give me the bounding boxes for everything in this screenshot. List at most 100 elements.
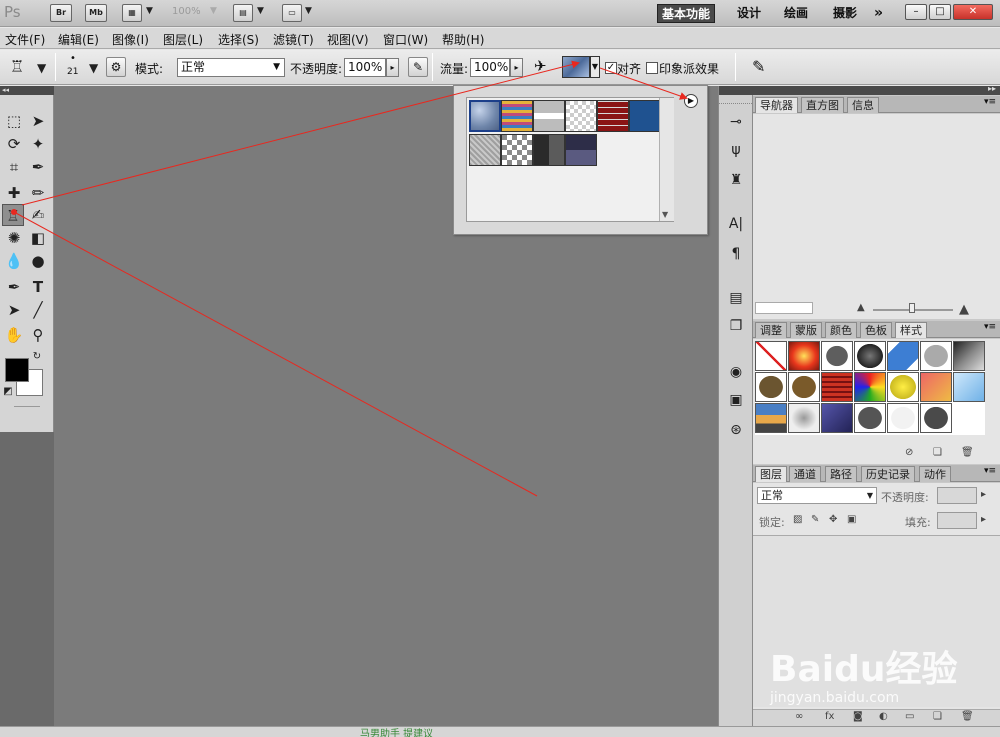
pattern-picker-arrow[interactable]: ▼ bbox=[590, 56, 600, 78]
move-tool-icon[interactable]: ➤ bbox=[27, 110, 49, 132]
tab-color[interactable]: 颜色 bbox=[825, 322, 857, 338]
blend-mode-select[interactable]: 正常 ▼ bbox=[757, 487, 877, 504]
workspace-painting[interactable]: 绘画 bbox=[780, 4, 812, 23]
line-tool-icon[interactable]: ╱ bbox=[27, 299, 49, 321]
chevron-down-icon[interactable]: ▼ bbox=[257, 6, 264, 24]
bridge-button[interactable]: Br bbox=[50, 4, 72, 22]
lock-transparent-icon[interactable]: ▨ bbox=[793, 514, 802, 525]
chevron-down-icon[interactable]: ▼ bbox=[146, 6, 153, 24]
brush-panel-toggle[interactable]: ⚙ bbox=[106, 57, 126, 77]
pattern-blue-solid[interactable] bbox=[629, 100, 661, 132]
opacity-slider-button[interactable]: ▸ bbox=[386, 58, 399, 77]
pen-tool-icon[interactable]: ✒ bbox=[3, 276, 25, 298]
tab-styles[interactable]: 样式 bbox=[895, 322, 927, 338]
chevron-down-icon[interactable]: ▼ bbox=[662, 210, 668, 219]
opacity-field[interactable]: 100% bbox=[344, 58, 386, 77]
delete-layer-icon[interactable]: 🗑 bbox=[961, 711, 974, 722]
menu-view[interactable]: 视图(V) bbox=[327, 31, 369, 48]
menu-filter[interactable]: 滤镜(T) bbox=[273, 31, 314, 48]
brush-tool-icon[interactable]: ✏ bbox=[27, 182, 49, 204]
zoom-tool-icon[interactable]: ⚲ bbox=[27, 324, 49, 346]
chevron-down-icon[interactable]: ▼ bbox=[305, 6, 312, 24]
zoom-out-icon[interactable]: ▲ bbox=[857, 302, 865, 313]
flow-slider-button[interactable]: ▸ bbox=[510, 58, 523, 77]
toolbox-header[interactable]: ◂◂ bbox=[0, 86, 54, 95]
lock-all-icon[interactable]: ▣ bbox=[847, 514, 856, 525]
eyedropper-tool-icon[interactable]: ✒ bbox=[27, 156, 49, 178]
mini-bridge-button[interactable]: Mb bbox=[85, 4, 107, 22]
style-gray-flat[interactable] bbox=[920, 341, 952, 371]
tab-swatches[interactable]: 色板 bbox=[860, 322, 892, 338]
workspace-design[interactable]: 设计 bbox=[733, 4, 765, 23]
fill-arrow-icon[interactable]: ▸ bbox=[981, 514, 986, 525]
align-checkbox[interactable]: ✓ bbox=[605, 62, 617, 74]
style-sunset[interactable] bbox=[920, 372, 952, 402]
new-group-icon[interactable]: ▭ bbox=[905, 711, 914, 722]
brush-picker-button[interactable]: ▼ bbox=[89, 61, 98, 75]
style-silver[interactable] bbox=[788, 403, 820, 433]
hand-tool-icon[interactable]: ✋ bbox=[3, 324, 25, 346]
menu-select[interactable]: 选择(S) bbox=[218, 31, 259, 48]
tab-histogram[interactable]: 直方图 bbox=[801, 97, 844, 113]
tab-channels[interactable]: 通道 bbox=[789, 466, 821, 482]
layer-comps-icon[interactable]: ❐ bbox=[726, 316, 746, 336]
menu-help[interactable]: 帮助(H) bbox=[442, 31, 484, 48]
tab-masks[interactable]: 蒙版 bbox=[790, 322, 822, 338]
opacity-arrow-icon[interactable]: ▸ bbox=[981, 489, 986, 500]
style-red-stripes[interactable] bbox=[821, 372, 853, 402]
fill-field[interactable] bbox=[937, 512, 977, 529]
eraser-tool-icon[interactable]: ✺ bbox=[3, 227, 25, 249]
layer-opacity-field[interactable] bbox=[937, 487, 977, 504]
healing-brush-tool-icon[interactable]: ✚ bbox=[3, 182, 25, 204]
add-mask-icon[interactable]: ◙ bbox=[853, 711, 863, 722]
pattern-bubbles[interactable] bbox=[469, 100, 501, 132]
type-tool-icon[interactable]: T bbox=[27, 276, 49, 298]
tablet-pressure-icon[interactable]: ✎ bbox=[752, 57, 765, 76]
pattern-scrollbar[interactable]: ▼ bbox=[659, 98, 674, 221]
new-layer-icon[interactable]: ❏ bbox=[933, 711, 942, 722]
pattern-stamp-tool-icon[interactable]: ♖ bbox=[10, 57, 24, 76]
paragraph-panel-icon[interactable]: ¶ bbox=[726, 244, 746, 264]
pattern-stamp-tool-icon[interactable]: ♖ bbox=[2, 204, 24, 226]
menu-layer[interactable]: 图层(L) bbox=[163, 31, 203, 48]
panel-menu-icon[interactable]: ▾≡ bbox=[984, 466, 996, 476]
clone-source-icon[interactable]: ♜ bbox=[726, 170, 746, 190]
view-extras-button[interactable]: ▦ bbox=[122, 4, 142, 22]
clear-style-icon[interactable]: ⊘ bbox=[905, 447, 913, 458]
style-none[interactable] bbox=[755, 341, 787, 371]
foreground-color-swatch[interactable] bbox=[5, 358, 29, 382]
style-multicolor[interactable] bbox=[854, 372, 886, 402]
pattern-dark-blue[interactable] bbox=[565, 134, 597, 166]
screen-mode-button[interactable]: ▭ bbox=[282, 4, 302, 22]
impressionist-checkbox[interactable] bbox=[646, 62, 658, 74]
3d-panel-icon[interactable]: ◉ bbox=[726, 362, 746, 382]
measurement-log-icon[interactable]: ⊛ bbox=[726, 420, 746, 440]
new-style-icon[interactable]: ❏ bbox=[933, 447, 942, 458]
style-red-glow[interactable] bbox=[788, 341, 820, 371]
zoom-slider-thumb[interactable] bbox=[909, 303, 915, 313]
adjustment-layer-icon[interactable]: ◐ bbox=[879, 711, 888, 722]
navigator-zoom-field[interactable] bbox=[755, 302, 813, 314]
pattern-gray-texture[interactable] bbox=[469, 134, 501, 166]
chevron-down-icon[interactable]: ▼ bbox=[210, 6, 217, 24]
pattern-checker[interactable] bbox=[501, 134, 533, 166]
tab-adjustments[interactable]: 调整 bbox=[755, 322, 787, 338]
airbrush-icon[interactable]: ✈ bbox=[534, 57, 547, 75]
swap-colors-icon[interactable]: ↻ bbox=[30, 350, 44, 364]
style-light-blue[interactable] bbox=[953, 372, 985, 402]
blur-tool-icon[interactable]: 💧 bbox=[3, 250, 25, 272]
style-black-bevel[interactable] bbox=[854, 341, 886, 371]
menu-file[interactable]: 文件(F) bbox=[5, 31, 45, 48]
pressure-opacity-button[interactable]: ✎ bbox=[408, 57, 428, 77]
path-selection-tool-icon[interactable]: ➤ bbox=[3, 299, 25, 321]
default-colors-icon[interactable]: ◩ bbox=[1, 385, 15, 399]
brush-presets-icon[interactable]: ψ bbox=[726, 140, 746, 160]
dock-header[interactable] bbox=[719, 86, 754, 95]
panel-menu-icon[interactable]: ▾≡ bbox=[984, 322, 996, 332]
style-charcoal[interactable] bbox=[920, 403, 952, 433]
animation-panel-icon[interactable]: ▣ bbox=[726, 390, 746, 410]
crop-tool-icon[interactable]: ⌗ bbox=[3, 156, 25, 178]
flow-field[interactable]: 100% bbox=[470, 58, 510, 77]
panel-menu-icon[interactable]: ▾≡ bbox=[984, 97, 996, 107]
dodge-tool-icon[interactable]: ● bbox=[27, 250, 49, 272]
